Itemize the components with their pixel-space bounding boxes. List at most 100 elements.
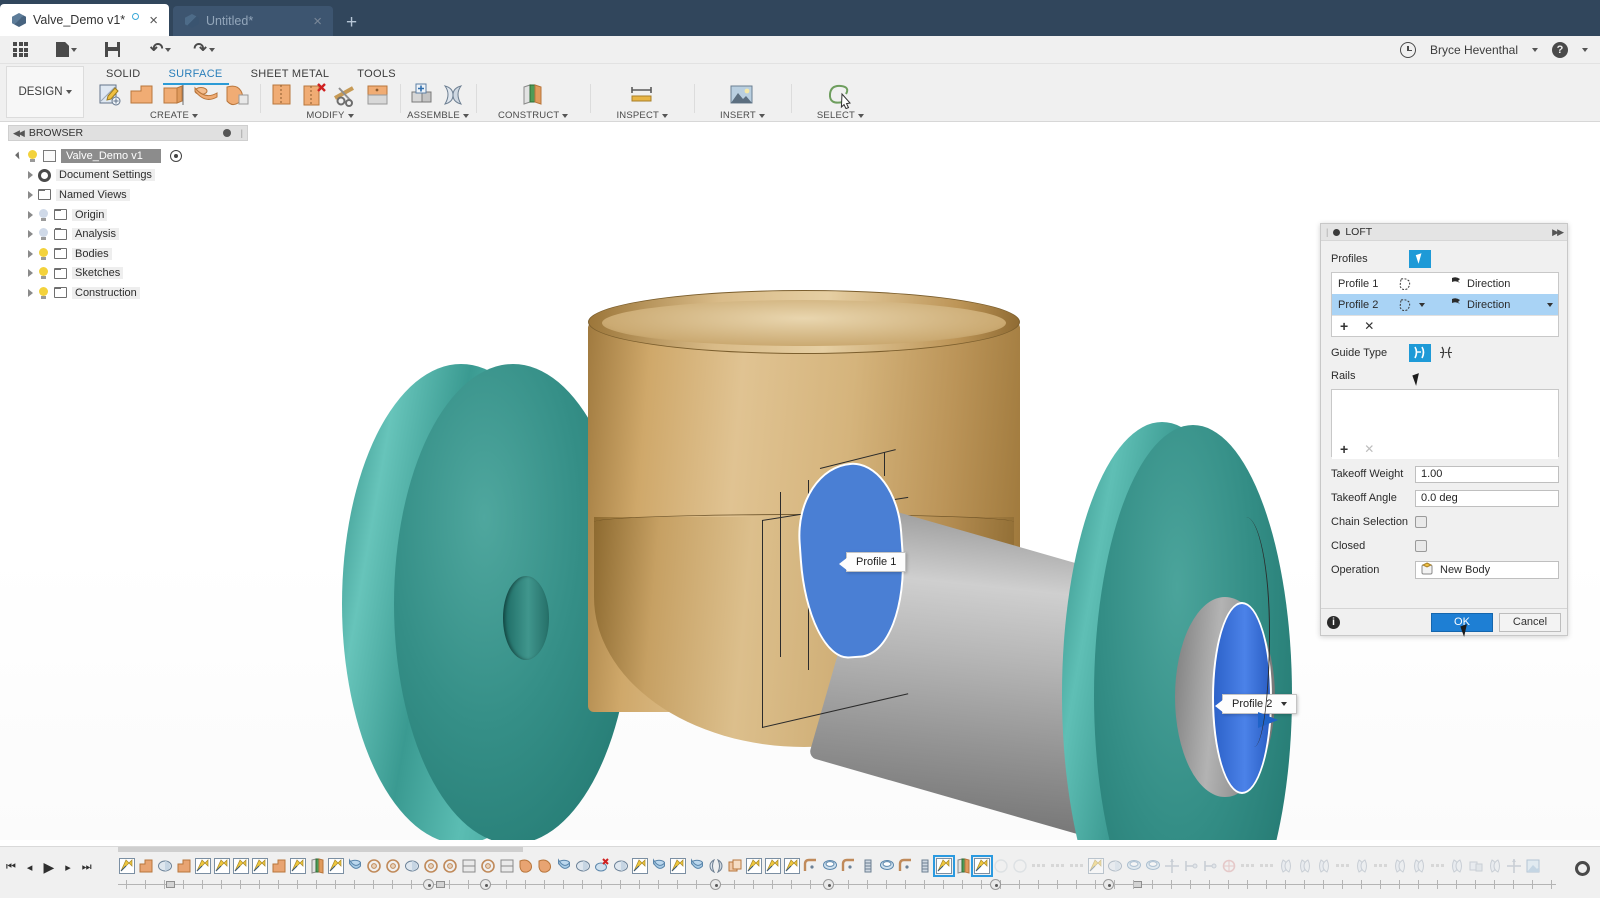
close-icon[interactable]: × bbox=[146, 13, 161, 28]
profile-icon[interactable] bbox=[1398, 277, 1413, 291]
extrude-icon[interactable] bbox=[127, 82, 157, 109]
browser-item-analysis[interactable]: Analysis bbox=[10, 224, 260, 244]
account-name[interactable]: Bryce Heventhal bbox=[1430, 43, 1518, 57]
remove-profile-button[interactable]: ✕ bbox=[1364, 320, 1374, 332]
timeline-feature-plane[interactable] bbox=[954, 857, 972, 875]
timeline-feature-fillet[interactable] bbox=[897, 857, 915, 875]
chevron-down-icon[interactable] bbox=[1419, 303, 1425, 307]
timeline-feature-sketch[interactable] bbox=[213, 857, 231, 875]
timeline-feature-group[interactable] bbox=[1049, 857, 1067, 875]
timeline-feature-delete-face[interactable] bbox=[593, 857, 611, 875]
chevron-down-icon[interactable] bbox=[662, 114, 668, 118]
timeline-feature-sketch[interactable] bbox=[289, 857, 307, 875]
browser-visibility-icon[interactable] bbox=[223, 129, 231, 137]
chevron-down-icon[interactable] bbox=[1582, 48, 1588, 52]
timeline-feature-joint[interactable] bbox=[1296, 857, 1314, 875]
step-forward-icon[interactable]: ▸ bbox=[65, 861, 71, 874]
chevron-down-icon[interactable] bbox=[1281, 702, 1287, 706]
timeline-scrollbar[interactable] bbox=[118, 847, 523, 852]
timeline-feature-move[interactable] bbox=[1163, 857, 1181, 875]
new-tab-button[interactable]: + bbox=[333, 13, 370, 36]
expand-triangle-icon[interactable] bbox=[28, 230, 33, 238]
timeline-feature-revolve[interactable] bbox=[1106, 857, 1124, 875]
patch-icon[interactable] bbox=[223, 82, 253, 109]
chevron-down-icon[interactable] bbox=[759, 114, 765, 118]
timeline-feature-loft[interactable] bbox=[555, 857, 573, 875]
timeline-feature-pending[interactable] bbox=[992, 857, 1010, 875]
timeline-feature-loft[interactable] bbox=[688, 857, 706, 875]
rails-guide-icon[interactable] bbox=[1409, 344, 1431, 362]
timeline-group-node[interactable] bbox=[423, 879, 434, 890]
browser-item-bodies[interactable]: Bodies bbox=[10, 244, 260, 264]
timeline-feature-revolve[interactable] bbox=[612, 857, 630, 875]
profile-icon[interactable] bbox=[1398, 298, 1413, 312]
cancel-button[interactable]: Cancel bbox=[1499, 613, 1561, 632]
timeline-feature-sketch[interactable] bbox=[669, 857, 687, 875]
timeline-feature-sketch[interactable] bbox=[973, 857, 991, 875]
chevron-down-icon[interactable] bbox=[348, 114, 354, 118]
freeform-select-icon[interactable] bbox=[825, 82, 855, 109]
stitch-icon[interactable] bbox=[331, 82, 361, 109]
timeline-track[interactable] bbox=[118, 854, 1556, 890]
timeline-settings-icon[interactable] bbox=[1575, 861, 1590, 876]
recent-activity-icon[interactable] bbox=[1400, 42, 1416, 58]
expand-triangle-icon[interactable] bbox=[28, 269, 33, 277]
revolve-icon[interactable] bbox=[159, 82, 189, 109]
timeline-feature-group[interactable] bbox=[1429, 857, 1447, 875]
document-tab-untitled[interactable]: Untitled* × bbox=[173, 6, 333, 36]
timeline-feature-shell[interactable] bbox=[1144, 857, 1162, 875]
timeline-feature-extrude[interactable] bbox=[137, 857, 155, 875]
timeline-feature-as-built-joint[interactable] bbox=[1277, 857, 1295, 875]
expand-triangle-icon[interactable] bbox=[28, 289, 33, 297]
centerline-guide-icon[interactable] bbox=[1435, 344, 1457, 362]
timeline-feature-patch[interactable] bbox=[536, 857, 554, 875]
timeline-group-node[interactable] bbox=[990, 879, 1001, 890]
timeline-feature-loft[interactable] bbox=[650, 857, 668, 875]
timeline-marker[interactable] bbox=[436, 881, 445, 888]
timeline-feature-align[interactable] bbox=[1201, 857, 1219, 875]
loft-icon[interactable] bbox=[191, 82, 221, 109]
trim-icon[interactable] bbox=[267, 82, 297, 109]
timeline-feature-chamfer[interactable] bbox=[498, 857, 516, 875]
collapse-right-icon[interactable]: ▶▶ bbox=[1552, 227, 1562, 238]
timeline-feature-group[interactable] bbox=[1372, 857, 1390, 875]
visibility-bulb-icon[interactable] bbox=[38, 209, 49, 221]
timeline-feature-thread[interactable] bbox=[916, 857, 934, 875]
timeline-feature-loft[interactable] bbox=[346, 857, 364, 875]
dialog-grip-icon[interactable]: | bbox=[1326, 227, 1328, 237]
operation-select[interactable]: New Body bbox=[1415, 561, 1559, 579]
visibility-bulb-icon[interactable] bbox=[38, 287, 49, 299]
timeline-feature-plane[interactable] bbox=[308, 857, 326, 875]
timeline-feature-sketch[interactable] bbox=[1087, 857, 1105, 875]
browser-resize-grip[interactable]: | bbox=[241, 128, 243, 138]
timeline-feature-rigid-group[interactable] bbox=[1467, 857, 1485, 875]
joint-icon[interactable] bbox=[439, 82, 469, 109]
timeline-feature-group[interactable] bbox=[1334, 857, 1352, 875]
expand-triangle-icon[interactable] bbox=[28, 211, 33, 219]
timeline-feature-group[interactable] bbox=[1239, 857, 1257, 875]
chevron-down-icon[interactable] bbox=[1532, 48, 1538, 52]
info-icon[interactable]: i bbox=[1327, 616, 1340, 629]
browser-item-document-settings[interactable]: Document Settings bbox=[10, 166, 260, 186]
timeline-feature-joint[interactable] bbox=[1391, 857, 1409, 875]
timeline-feature-group[interactable] bbox=[1068, 857, 1086, 875]
profile1-tag[interactable]: Profile 1 bbox=[846, 552, 906, 572]
takeoff-weight-input[interactable]: 1.00 bbox=[1415, 466, 1559, 483]
timeline-feature-revolve[interactable] bbox=[574, 857, 592, 875]
chevron-down-icon[interactable] bbox=[562, 114, 568, 118]
timeline-feature-joint[interactable] bbox=[1315, 857, 1333, 875]
profiles-select-button[interactable] bbox=[1409, 250, 1431, 268]
chevron-down-icon[interactable] bbox=[192, 114, 198, 118]
browser-item-origin[interactable]: Origin bbox=[10, 205, 260, 225]
workspace-switcher[interactable]: DESIGN bbox=[6, 66, 84, 118]
visibility-bulb-icon[interactable] bbox=[27, 150, 38, 162]
unstitch-icon[interactable] bbox=[363, 82, 393, 109]
timeline-feature-patch[interactable] bbox=[517, 857, 535, 875]
timeline-group-node[interactable] bbox=[480, 879, 491, 890]
timeline-feature-shell[interactable] bbox=[1125, 857, 1143, 875]
insert-image-icon[interactable] bbox=[727, 82, 757, 109]
profile-direction-1[interactable]: Direction bbox=[1450, 276, 1558, 291]
timeline-feature-sketch[interactable] bbox=[764, 857, 782, 875]
timeline-feature-sketch[interactable] bbox=[118, 857, 136, 875]
chevron-down-icon[interactable] bbox=[858, 114, 864, 118]
